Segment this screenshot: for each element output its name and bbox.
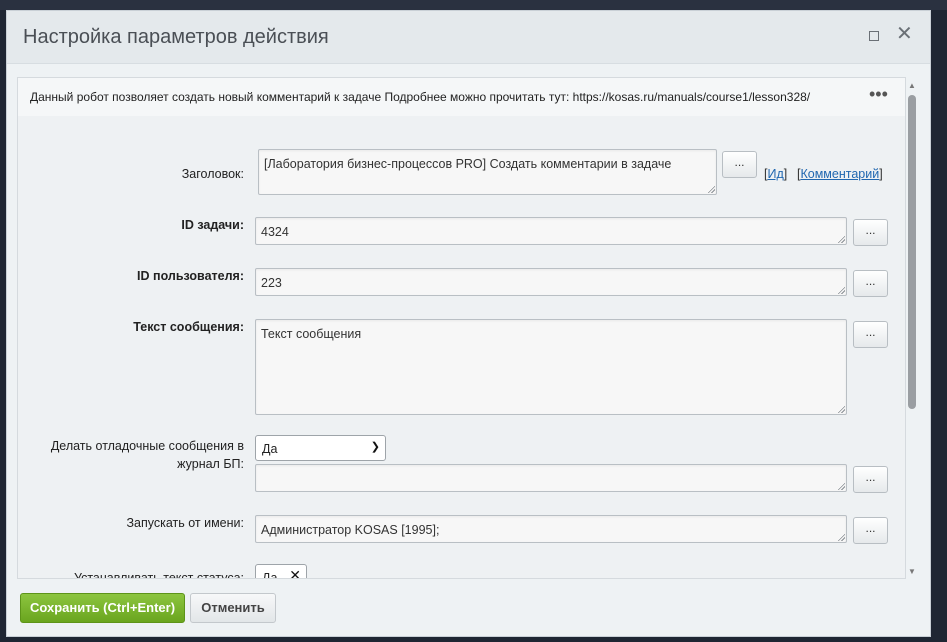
resize-grip[interactable] [707, 185, 715, 193]
task-id-field[interactable]: 4324 [255, 217, 847, 245]
robot-description: Данный робот позволяет создать новый ком… [30, 90, 811, 104]
debug-select[interactable]: Да ❯ [255, 435, 386, 461]
user-id-field[interactable]: 223 [255, 268, 847, 296]
run-as-value: Администратор KOSAS [1995]; [261, 523, 440, 537]
desktop-background [0, 0, 947, 10]
chevron-down-icon: ❯ [370, 441, 380, 453]
id-link: [Ид] [764, 167, 788, 181]
debug-dots-button[interactable]: ... [853, 466, 888, 493]
debug-label: Делать отладочные сообщения в журнал БП: [50, 439, 244, 471]
run-as-dots-button[interactable]: ... [853, 517, 888, 544]
message-dots-button[interactable]: ... [853, 321, 888, 348]
action-settings-dialog: Настройка параметров действия ✕ Данный р… [6, 10, 931, 637]
resize-grip[interactable] [837, 533, 845, 541]
status-select-value: Да [262, 571, 278, 579]
dialog-title: Настройка параметров действия [23, 26, 329, 48]
run-as-label: Запускать от имени: [126, 516, 244, 530]
status-label: Устанавливать текст статуса: [73, 571, 244, 579]
parameters-form: Заголовок: [Лаборатория бизнес-процессов… [18, 116, 905, 579]
task-id-value: 4324 [261, 225, 289, 239]
title-field[interactable]: [Лаборатория бизнес-процессов PRO] Созда… [258, 149, 717, 195]
run-as-field[interactable]: Администратор KOSAS [1995]; [255, 515, 847, 543]
message-label: Текст сообщения: [133, 320, 244, 334]
content-scrollbar[interactable]: ▲ ▼ [907, 79, 917, 579]
info-bar: Данный робот позволяет создать новый ком… [18, 78, 905, 117]
user-id-value: 223 [261, 276, 282, 290]
resize-grip[interactable] [837, 235, 845, 243]
save-button[interactable]: Сохранить (Ctrl+Enter) [20, 593, 185, 623]
chevron-down-icon: ✕ [289, 567, 301, 579]
user-id-dots-button[interactable]: ... [853, 270, 888, 297]
scroll-down-icon[interactable]: ▼ [908, 567, 916, 576]
task-id-label: ID задачи: [181, 218, 244, 232]
scroll-thumb[interactable] [908, 95, 916, 409]
cancel-button[interactable]: Отменить [190, 593, 276, 623]
maximize-icon[interactable] [869, 31, 879, 41]
task-id-dots-button[interactable]: ... [853, 219, 888, 246]
title-dots-button[interactable]: ... [722, 151, 757, 178]
title-label: Заголовок: [181, 167, 244, 181]
close-icon[interactable]: ✕ [896, 24, 913, 44]
more-options-icon[interactable]: ••• [869, 84, 888, 105]
comment-link: [Комментарий] [797, 167, 883, 181]
dialog-titlebar: Настройка параметров действия ✕ [7, 11, 930, 64]
title-field-value: [Лаборатория бизнес-процессов PRO] Созда… [264, 157, 672, 171]
message-value: Текст сообщения [261, 327, 362, 341]
resize-grip[interactable] [837, 286, 845, 294]
debug-select-value: Да [262, 442, 278, 456]
resize-grip[interactable] [837, 482, 845, 490]
resize-grip[interactable] [837, 405, 845, 413]
dialog-content: Данный робот позволяет создать новый ком… [17, 77, 906, 579]
status-select[interactable]: Да ✕ [255, 564, 307, 579]
comment-link-text[interactable]: Комментарий [800, 167, 879, 181]
scroll-up-icon[interactable]: ▲ [908, 81, 916, 90]
debug-extra-field[interactable] [255, 464, 847, 492]
message-field[interactable]: Текст сообщения [255, 319, 847, 415]
id-link-text[interactable]: Ид [767, 167, 783, 181]
user-id-label: ID пользователя: [137, 269, 244, 283]
dialog-footer: Сохранить (Ctrl+Enter) Отменить [7, 585, 930, 638]
